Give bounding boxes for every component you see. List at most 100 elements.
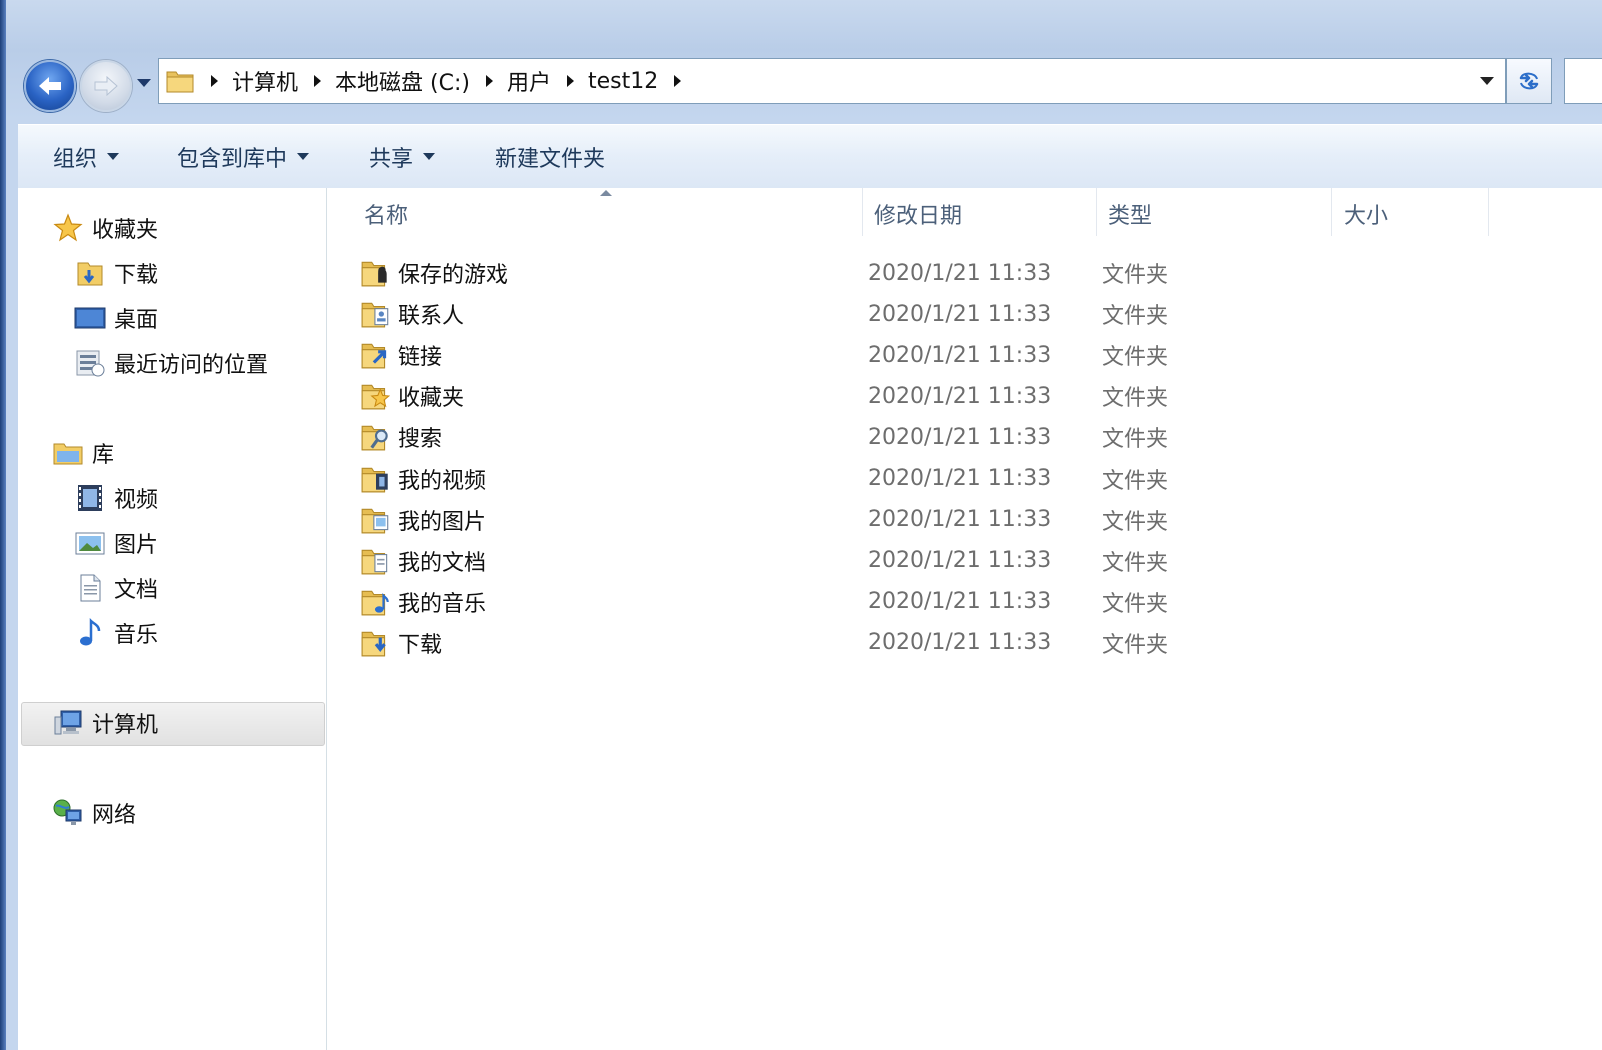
nav-item-label: 文档 [114,578,159,603]
breadcrumb-separator[interactable] [314,75,322,87]
file-name: 我的音乐 [398,591,487,617]
column-divider[interactable] [862,188,863,236]
file-type: 文件夹 [1102,468,1169,494]
file-modified-date: 2020/1/21 11:33 [868,466,1052,491]
file-modified-date: 2020/1/21 11:33 [868,424,1052,450]
column-divider[interactable] [1331,188,1332,236]
forward-button[interactable] [80,60,132,112]
refresh-icon [1519,72,1539,90]
file-name: 收藏夹 [398,386,465,412]
music-library-icon [74,617,106,649]
window-frame-edge [0,0,6,1050]
nav-favorites-recent-places[interactable]: 最近访问的位置 [74,343,268,383]
column-header-modified-label: 修改日期 [874,204,963,229]
star-icon [52,212,84,244]
recent-places-icon [74,347,106,379]
explorer-window: 计算机 本地磁盘 (C:) 用户 test12 组织 包含到库中 共享 新建文件… [0,0,1602,1050]
network-icon [52,797,84,829]
include-in-library-menu[interactable]: 包含到库中 [165,137,321,177]
breadcrumb-separator[interactable] [485,75,493,87]
chevron-down-icon [423,153,436,160]
nav-computer-label: 计算机 [92,713,159,738]
nav-item-label: 图片 [114,533,159,558]
column-divider[interactable] [1488,188,1489,236]
chevron-down-icon [137,79,151,87]
column-divider[interactable] [1096,188,1097,236]
back-button[interactable] [24,60,76,112]
breadcrumb-local-disk[interactable]: 本地磁盘 (C:) [335,65,470,97]
folder-icon [166,71,194,93]
new-folder-label: 新建文件夹 [495,146,606,172]
column-header-modified[interactable]: 修改日期 [874,188,1094,240]
chevron-down-icon [297,153,310,160]
breadcrumb-separator[interactable] [674,75,682,87]
computer-icon [52,707,84,739]
file-name: 搜索 [398,427,443,453]
column-header-name[interactable]: 名称 [364,188,864,240]
back-arrow-icon [39,77,61,95]
nav-item-label: 下载 [114,263,159,288]
new-folder-button[interactable]: 新建文件夹 [483,137,617,177]
file-list: 名称 修改日期 类型 大小 保存的游戏 2020/1/21 11:33 文件夹 联系人… [328,188,1602,1050]
address-bar[interactable]: 计算机 本地磁盘 (C:) 用户 test12 [158,58,1506,104]
nav-library-pictures[interactable]: 图片 [74,523,158,563]
file-row[interactable]: 保存的游戏 2020/1/21 11:33 文件夹 [358,253,1508,293]
nav-library-videos[interactable]: 视频 [74,478,158,518]
file-type: 文件夹 [1102,386,1169,412]
file-type: 文件夹 [1102,345,1169,371]
share-menu[interactable]: 共享 [357,137,447,177]
breadcrumb-computer[interactable]: 计算机 [232,65,298,97]
pictures-folder-icon [358,504,394,536]
file-row[interactable]: 我的音乐 2020/1/21 11:33 文件夹 [358,582,1508,622]
file-row[interactable]: 收藏夹 2020/1/21 11:33 文件夹 [358,376,1508,416]
nav-favorites-downloads[interactable]: 下载 [74,253,158,293]
file-row[interactable]: 下载 2020/1/21 11:33 文件夹 [358,623,1508,663]
organize-label: 组织 [53,146,98,172]
recent-pages-dropdown[interactable] [134,73,154,93]
search-box[interactable] [1564,58,1602,104]
file-modified-date: 2020/1/21 11:33 [868,548,1052,574]
nav-network[interactable]: 网络 [52,793,136,833]
nav-library-documents[interactable]: 文档 [74,568,158,608]
file-type: 文件夹 [1102,304,1169,330]
nav-libraries[interactable]: 库 [52,433,114,473]
downloads-folder-icon [74,257,106,289]
column-header-name-label: 名称 [364,204,409,229]
nav-library-music[interactable]: 音乐 [74,613,158,653]
navigation-pane: 收藏夹 下载 桌面 最近访问的位置 库 视频 图片 文档 音乐 计算机 网络 [18,188,327,1050]
file-modified-date: 2020/1/21 11:33 [868,301,1052,327]
nav-computer[interactable]: 计算机 [52,703,158,743]
library-icon [52,437,84,469]
file-type: 文件夹 [1102,263,1169,288]
organize-menu[interactable]: 组织 [41,137,131,177]
file-row[interactable]: 我的视频 2020/1/21 11:33 文件夹 [358,459,1508,499]
nav-favorites-desktop[interactable]: 桌面 [74,298,158,338]
file-row[interactable]: 链接 2020/1/21 11:33 文件夹 [358,335,1508,375]
breadcrumb-users[interactable]: 用户 [507,65,551,97]
file-row[interactable]: 我的图片 2020/1/21 11:33 文件夹 [358,500,1508,540]
links-folder-icon [358,339,394,371]
share-label: 共享 [369,146,414,172]
nav-item-label: 视频 [114,488,159,513]
address-history-dropdown[interactable] [1477,71,1497,91]
nav-item-label: 最近访问的位置 [114,353,269,378]
column-header-type-label: 类型 [1108,204,1153,229]
searches-folder-icon [358,421,394,453]
nav-favorites[interactable]: 收藏夹 [52,208,158,248]
file-type: 文件夹 [1102,550,1169,576]
file-row[interactable]: 联系人 2020/1/21 11:33 文件夹 [358,294,1508,334]
breadcrumb-separator[interactable] [211,75,218,87]
desktop-icon [74,302,106,334]
breadcrumb-user-folder[interactable]: test12 [588,69,658,94]
column-header-type[interactable]: 类型 [1108,188,1328,240]
column-header-size[interactable]: 大小 [1344,188,1484,240]
refresh-button[interactable] [1506,58,1552,104]
file-row[interactable]: 搜索 2020/1/21 11:33 文件夹 [358,417,1508,457]
forward-arrow-icon [94,75,118,97]
file-row[interactable]: 我的文档 2020/1/21 11:33 文件夹 [358,541,1508,581]
nav-item-label: 音乐 [114,623,159,648]
saved-games-folder-icon [358,257,394,289]
contacts-folder-icon [358,298,394,330]
nav-favorites-label: 收藏夹 [92,218,159,243]
breadcrumb-separator[interactable] [566,75,574,87]
